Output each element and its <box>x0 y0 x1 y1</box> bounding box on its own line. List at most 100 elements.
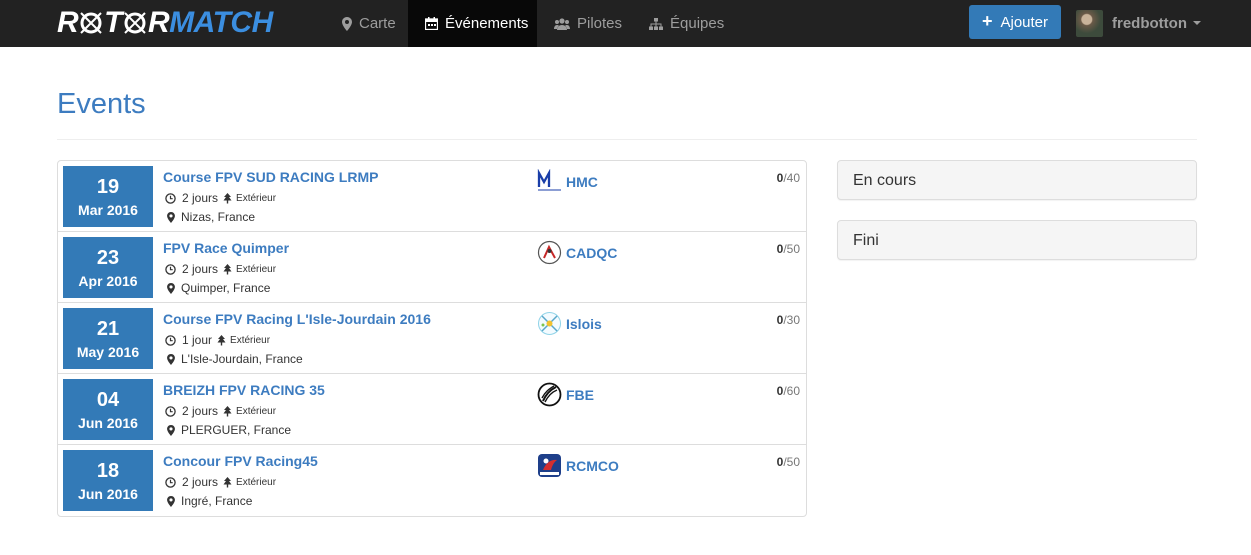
event-row[interactable]: 21 May 2016 Course FPV Racing L'Isle-Jou… <box>58 303 806 374</box>
event-location: Quimper, France <box>167 281 270 295</box>
event-team[interactable]: CADQC <box>537 240 617 265</box>
participants-count: 0/60 <box>777 384 800 398</box>
team-logo-hmc-icon <box>537 169 562 194</box>
event-duration: 2 jours <box>182 475 219 489</box>
nav-item-equipes[interactable]: Équipes <box>632 0 741 47</box>
event-location-text: Nizas, France <box>181 210 256 224</box>
event-setting: Extérieur <box>236 476 277 488</box>
event-title-link[interactable]: Course FPV SUD RACING LRMP <box>163 169 378 185</box>
capacity: /30 <box>783 313 800 327</box>
event-location-text: Ingré, France <box>181 494 253 508</box>
rotor-icon <box>80 12 102 34</box>
user-menu[interactable]: fredbotton <box>1076 8 1201 38</box>
map-marker-icon <box>167 282 175 294</box>
clock-icon <box>165 405 176 417</box>
map-marker-icon <box>342 16 352 31</box>
event-month: Mar 2016 <box>78 202 138 218</box>
event-row[interactable]: 23 Apr 2016 FPV Race Quimper 2 jours Ext… <box>58 232 806 303</box>
event-duration: 2 jours <box>182 262 219 276</box>
event-row[interactable]: 19 Mar 2016 Course FPV SUD RACING LRMP 2… <box>58 161 806 232</box>
event-row[interactable]: 18 Jun 2016 Concour FPV Racing45 2 jours… <box>58 445 806 516</box>
capacity: /50 <box>783 455 800 469</box>
tree-icon <box>223 192 232 203</box>
team-logo-cadqc-icon <box>537 240 562 265</box>
capacity: /60 <box>783 384 800 398</box>
event-team[interactable]: RCMCO <box>537 453 619 478</box>
tree-icon <box>223 476 232 487</box>
event-day: 18 <box>96 460 120 482</box>
event-meta: 2 jours Extérieur <box>165 191 276 205</box>
capacity: /40 <box>783 171 800 185</box>
event-team[interactable]: Islois <box>537 311 602 336</box>
team-logo-islois-icon <box>537 311 562 336</box>
brand-text-2: T <box>104 6 122 39</box>
event-location: PLERGUER, France <box>167 423 291 437</box>
calendar-icon <box>425 17 438 30</box>
caret-down-icon <box>1192 21 1201 25</box>
event-title-link[interactable]: Concour FPV Racing45 <box>163 453 318 469</box>
event-day: 04 <box>96 389 120 411</box>
event-date-badge: 23 Apr 2016 <box>63 237 153 298</box>
brand-logo[interactable]: R T R MATCH <box>57 6 273 39</box>
event-duration: 2 jours <box>182 191 219 205</box>
tree-icon <box>223 263 232 274</box>
map-marker-icon <box>167 353 175 365</box>
sitemap-icon <box>649 17 663 30</box>
events-list: 19 Mar 2016 Course FPV SUD RACING LRMP 2… <box>57 160 807 517</box>
team-name: RCMCO <box>566 457 619 474</box>
nav-label-pilotes: Pilotes <box>577 15 623 32</box>
brand-text-4: MATCH <box>169 6 273 39</box>
event-date-badge: 18 Jun 2016 <box>63 450 153 511</box>
event-title-link[interactable]: FPV Race Quimper <box>163 240 289 256</box>
event-team[interactable]: HMC <box>537 169 598 194</box>
team-logo-rcmco-icon <box>537 453 562 478</box>
participants-count: 0/40 <box>777 171 800 185</box>
nav-item-pilotes[interactable]: Pilotes <box>537 0 639 47</box>
event-location: Ingré, France <box>167 494 252 508</box>
tree-icon <box>223 405 232 416</box>
event-date-badge: 19 Mar 2016 <box>63 166 153 227</box>
event-row[interactable]: 04 Jun 2016 BREIZH FPV RACING 35 2 jours… <box>58 374 806 445</box>
add-button[interactable]: + Ajouter <box>969 5 1061 39</box>
nav-label-carte: Carte <box>359 15 396 32</box>
event-meta: 2 jours Extérieur <box>165 404 276 418</box>
event-date-badge: 04 Jun 2016 <box>63 379 153 440</box>
event-location-text: PLERGUER, France <box>181 423 292 437</box>
event-title-link[interactable]: BREIZH FPV RACING 35 <box>163 382 325 398</box>
event-setting: Extérieur <box>236 405 277 417</box>
nav-label-evenements: Événements <box>445 15 529 32</box>
rotor-icon <box>124 12 146 34</box>
page-title: Events <box>57 88 146 120</box>
map-marker-icon <box>167 424 175 436</box>
avatar <box>1076 9 1103 37</box>
event-title-link[interactable]: Course FPV Racing L'Isle-Jourdain 2016 <box>163 311 431 327</box>
panel-fini[interactable]: Fini <box>837 220 1197 260</box>
event-month: Apr 2016 <box>78 273 138 289</box>
nav-item-carte[interactable]: Carte <box>325 0 413 47</box>
participants-count: 0/50 <box>777 455 800 469</box>
team-logo-fbe-icon <box>537 382 562 407</box>
brand-text-1: R <box>57 6 79 39</box>
clock-icon <box>165 476 176 488</box>
event-location: Nizas, France <box>167 210 255 224</box>
event-month: Jun 2016 <box>78 486 138 502</box>
clock-icon <box>165 263 176 275</box>
event-meta: 1 jour Extérieur <box>165 333 270 347</box>
event-meta: 2 jours Extérieur <box>165 262 276 276</box>
nav-label-equipes: Équipes <box>670 15 725 32</box>
event-date-badge: 21 May 2016 <box>63 308 153 369</box>
event-team[interactable]: FBE <box>537 382 594 407</box>
event-day: 19 <box>96 176 120 198</box>
header-divider <box>57 139 1197 140</box>
users-icon <box>554 17 570 30</box>
panel-en-cours[interactable]: En cours <box>837 160 1197 200</box>
panel-title-fini: Fini <box>853 232 879 249</box>
map-marker-icon <box>167 495 175 507</box>
event-setting: Extérieur <box>230 334 271 346</box>
clock-icon <box>165 192 176 204</box>
event-duration: 2 jours <box>182 404 219 418</box>
nav-item-evenements[interactable]: Événements <box>408 0 537 47</box>
username: fredbotton <box>1112 14 1187 32</box>
map-marker-icon <box>167 211 175 223</box>
event-location-text: Quimper, France <box>181 281 271 295</box>
